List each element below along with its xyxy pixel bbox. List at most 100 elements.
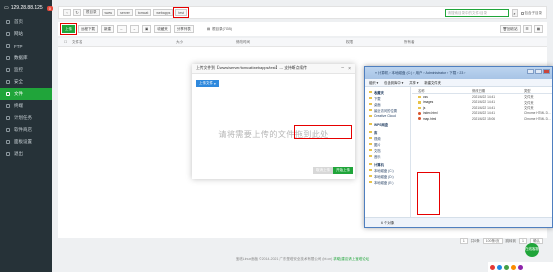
menu-icon xyxy=(6,152,10,156)
tray-app-icon[interactable] xyxy=(490,264,495,270)
explorer-list-header: 名称 修改日期 类型 xyxy=(412,87,552,94)
sidebar-item[interactable]: 面板设置 xyxy=(0,136,52,148)
file-date: 2021/6/22 15:06 xyxy=(472,116,496,121)
menu-icon xyxy=(6,32,10,36)
sidebar-item-label: 终端 xyxy=(14,103,23,108)
include-subdir-checkbox[interactable]: 包含子目录 xyxy=(520,11,542,16)
sidebar-item[interactable]: 监控 xyxy=(0,64,52,76)
forward-arrow-icon[interactable]: → xyxy=(129,25,139,33)
upload-dialog-title: 上传文件到【/www/server/tomcat/webapps/test】--… xyxy=(192,64,355,74)
sidebar-item[interactable]: 计划任务 xyxy=(0,112,52,124)
breadcrumb-server[interactable]: server xyxy=(117,9,133,16)
start-upload-button[interactable]: 开始上传 xyxy=(333,167,353,174)
nav-item[interactable]: 本地磁盘 (E:) xyxy=(365,179,410,185)
system-tray xyxy=(488,262,553,272)
nav-item-label: 计算机 xyxy=(374,162,384,167)
list-view-icon[interactable]: ☰ xyxy=(522,25,532,33)
menu-share[interactable]: 共享 ▾ xyxy=(409,80,418,85)
breadcrumb-webapps[interactable]: webapps xyxy=(153,9,174,16)
maximize-window-icon[interactable] xyxy=(535,69,542,74)
tray-app-icon[interactable] xyxy=(518,264,523,270)
tray-app-icon[interactable] xyxy=(504,264,509,270)
explorer-nav-pane: 收藏夹 下载 桌面 最近访问的位置 Creative Cloud WPS网盘库视频 图片 文档… xyxy=(365,87,411,227)
col-owner[interactable]: 所有者 xyxy=(404,40,415,45)
close-window-icon[interactable] xyxy=(543,69,550,74)
nav-item-label: 库 xyxy=(374,130,378,135)
close-icon[interactable]: × xyxy=(348,66,351,72)
minimize-icon[interactable]: – xyxy=(341,65,344,71)
sidebar-item[interactable]: FTP xyxy=(0,40,52,52)
breadcrumb-tomcat[interactable]: tomcat xyxy=(134,9,152,16)
sidebar-item[interactable]: 文件 xyxy=(0,88,52,100)
table-header: ☐ 文件名 大小 修改时间 权限 所有者 xyxy=(58,38,547,47)
online-support-button[interactable]: 在线客服 xyxy=(525,243,539,257)
sidebar-item-label: 安全 xyxy=(14,79,23,84)
sidebar-item[interactable]: 安全 xyxy=(0,76,52,88)
col-permission[interactable]: 权限 xyxy=(346,40,353,45)
tray-app-icon[interactable] xyxy=(497,264,502,270)
col-modified[interactable]: 修改时间 xyxy=(236,40,250,45)
breadcrumb-test[interactable]: test xyxy=(173,7,189,18)
per-page-select[interactable]: 100条/页 xyxy=(482,238,503,244)
nav-item-label: 桌面 xyxy=(374,102,381,107)
col-date[interactable]: 修改日期 xyxy=(472,88,485,93)
file-row[interactable]: map.html 2021/6/22 15:06 Chrome HTML D... xyxy=(412,116,552,122)
terminal-icon[interactable]: ▣ xyxy=(142,25,152,33)
grid-view-icon[interactable]: ▦ xyxy=(533,25,543,33)
menu-icon xyxy=(6,104,10,108)
menu-icon xyxy=(6,140,10,144)
nav-item-label: 文档 xyxy=(374,148,381,153)
sidebar-item[interactable]: 退出 xyxy=(0,148,52,160)
forum-link[interactable]: 求助|建议请上宝塔论坛 xyxy=(333,257,369,261)
file-name: js xyxy=(423,105,426,110)
back-arrow-icon[interactable]: ← xyxy=(117,25,127,33)
sidebar-item[interactable]: 软件商店 xyxy=(0,124,52,136)
nav-item[interactable]: Creative Cloud xyxy=(365,113,410,119)
col-type[interactable]: 类型 xyxy=(524,88,531,93)
recycle-bin-button[interactable]: 🗑 回收站 xyxy=(499,25,521,33)
col-name[interactable]: 文件名 xyxy=(72,40,83,45)
new-button[interactable]: 新建 xyxy=(101,25,114,33)
page-current[interactable]: 1 xyxy=(459,238,468,244)
sidebar-item[interactable]: 数据库 xyxy=(0,52,52,64)
menu-icon xyxy=(6,116,10,120)
folder-icon xyxy=(369,142,372,146)
search-icon[interactable]: ⌕ xyxy=(511,9,518,17)
col-size[interactable]: 大小 xyxy=(176,40,183,45)
disk-info: ▤ 根目录(7GB) xyxy=(206,26,232,32)
col-name[interactable]: 名称 xyxy=(418,88,425,93)
menu-organize[interactable]: 组织 ▾ xyxy=(369,80,378,85)
menu-include-library[interactable]: 包含到库中 ▾ xyxy=(384,80,403,85)
upload-button[interactable]: 上传 xyxy=(59,22,78,36)
cancel-upload-button[interactable]: 取消上传 xyxy=(313,167,333,174)
breadcrumb-www[interactable]: www xyxy=(101,9,116,16)
sidebar-item[interactable]: 网站 xyxy=(0,28,52,40)
select-all-checkbox[interactable]: ☐ xyxy=(64,40,67,44)
favorites-button[interactable]: 收藏夹 xyxy=(154,25,171,33)
tray-app-icon[interactable] xyxy=(511,264,516,270)
folder-icon xyxy=(369,130,372,134)
nav-item[interactable]: WPS网盘 xyxy=(365,121,410,127)
sidebar-item[interactable]: 终端 xyxy=(0,100,52,112)
search-input[interactable]: 请搜索目录中的文件/目录 xyxy=(444,9,509,17)
file-type: 文件夹 xyxy=(524,95,534,100)
remote-download-button[interactable]: 远程下载 xyxy=(78,25,98,33)
back-button[interactable]: ‹ xyxy=(63,9,71,16)
share-list-button[interactable]: 分享列表 xyxy=(173,25,194,33)
file-date: 2021/6/22 14:41 xyxy=(472,100,496,105)
explorer-address-bar[interactable]: « 计算机 › 本地磁盘 (C:) › 用户 › Administrator ›… xyxy=(365,67,552,79)
upload-files-tab[interactable]: 上传文件 ▾ xyxy=(196,80,219,87)
menu-icon xyxy=(6,92,10,96)
nav-item[interactable]: 音乐 xyxy=(365,153,410,159)
sidebar-item[interactable]: 首页 xyxy=(0,16,52,28)
drop-zone-highlight xyxy=(294,125,352,139)
minimize-window-icon[interactable] xyxy=(527,69,534,74)
folder-icon xyxy=(369,174,372,178)
menu-new-folder[interactable]: 新建文件夹 xyxy=(424,80,440,85)
menu-icon xyxy=(6,80,10,84)
goto-page-input[interactable]: 1 xyxy=(519,238,527,244)
refresh-button[interactable]: ↻ xyxy=(73,9,81,16)
file-date: 2021/6/22 14:41 xyxy=(472,94,496,99)
copyright: 宝塔Linux面板 ©2014-2021 广东堡塔安全技术有限公司 (bt.cn… xyxy=(235,257,370,261)
breadcrumb-root[interactable]: 根目录 xyxy=(83,9,100,16)
